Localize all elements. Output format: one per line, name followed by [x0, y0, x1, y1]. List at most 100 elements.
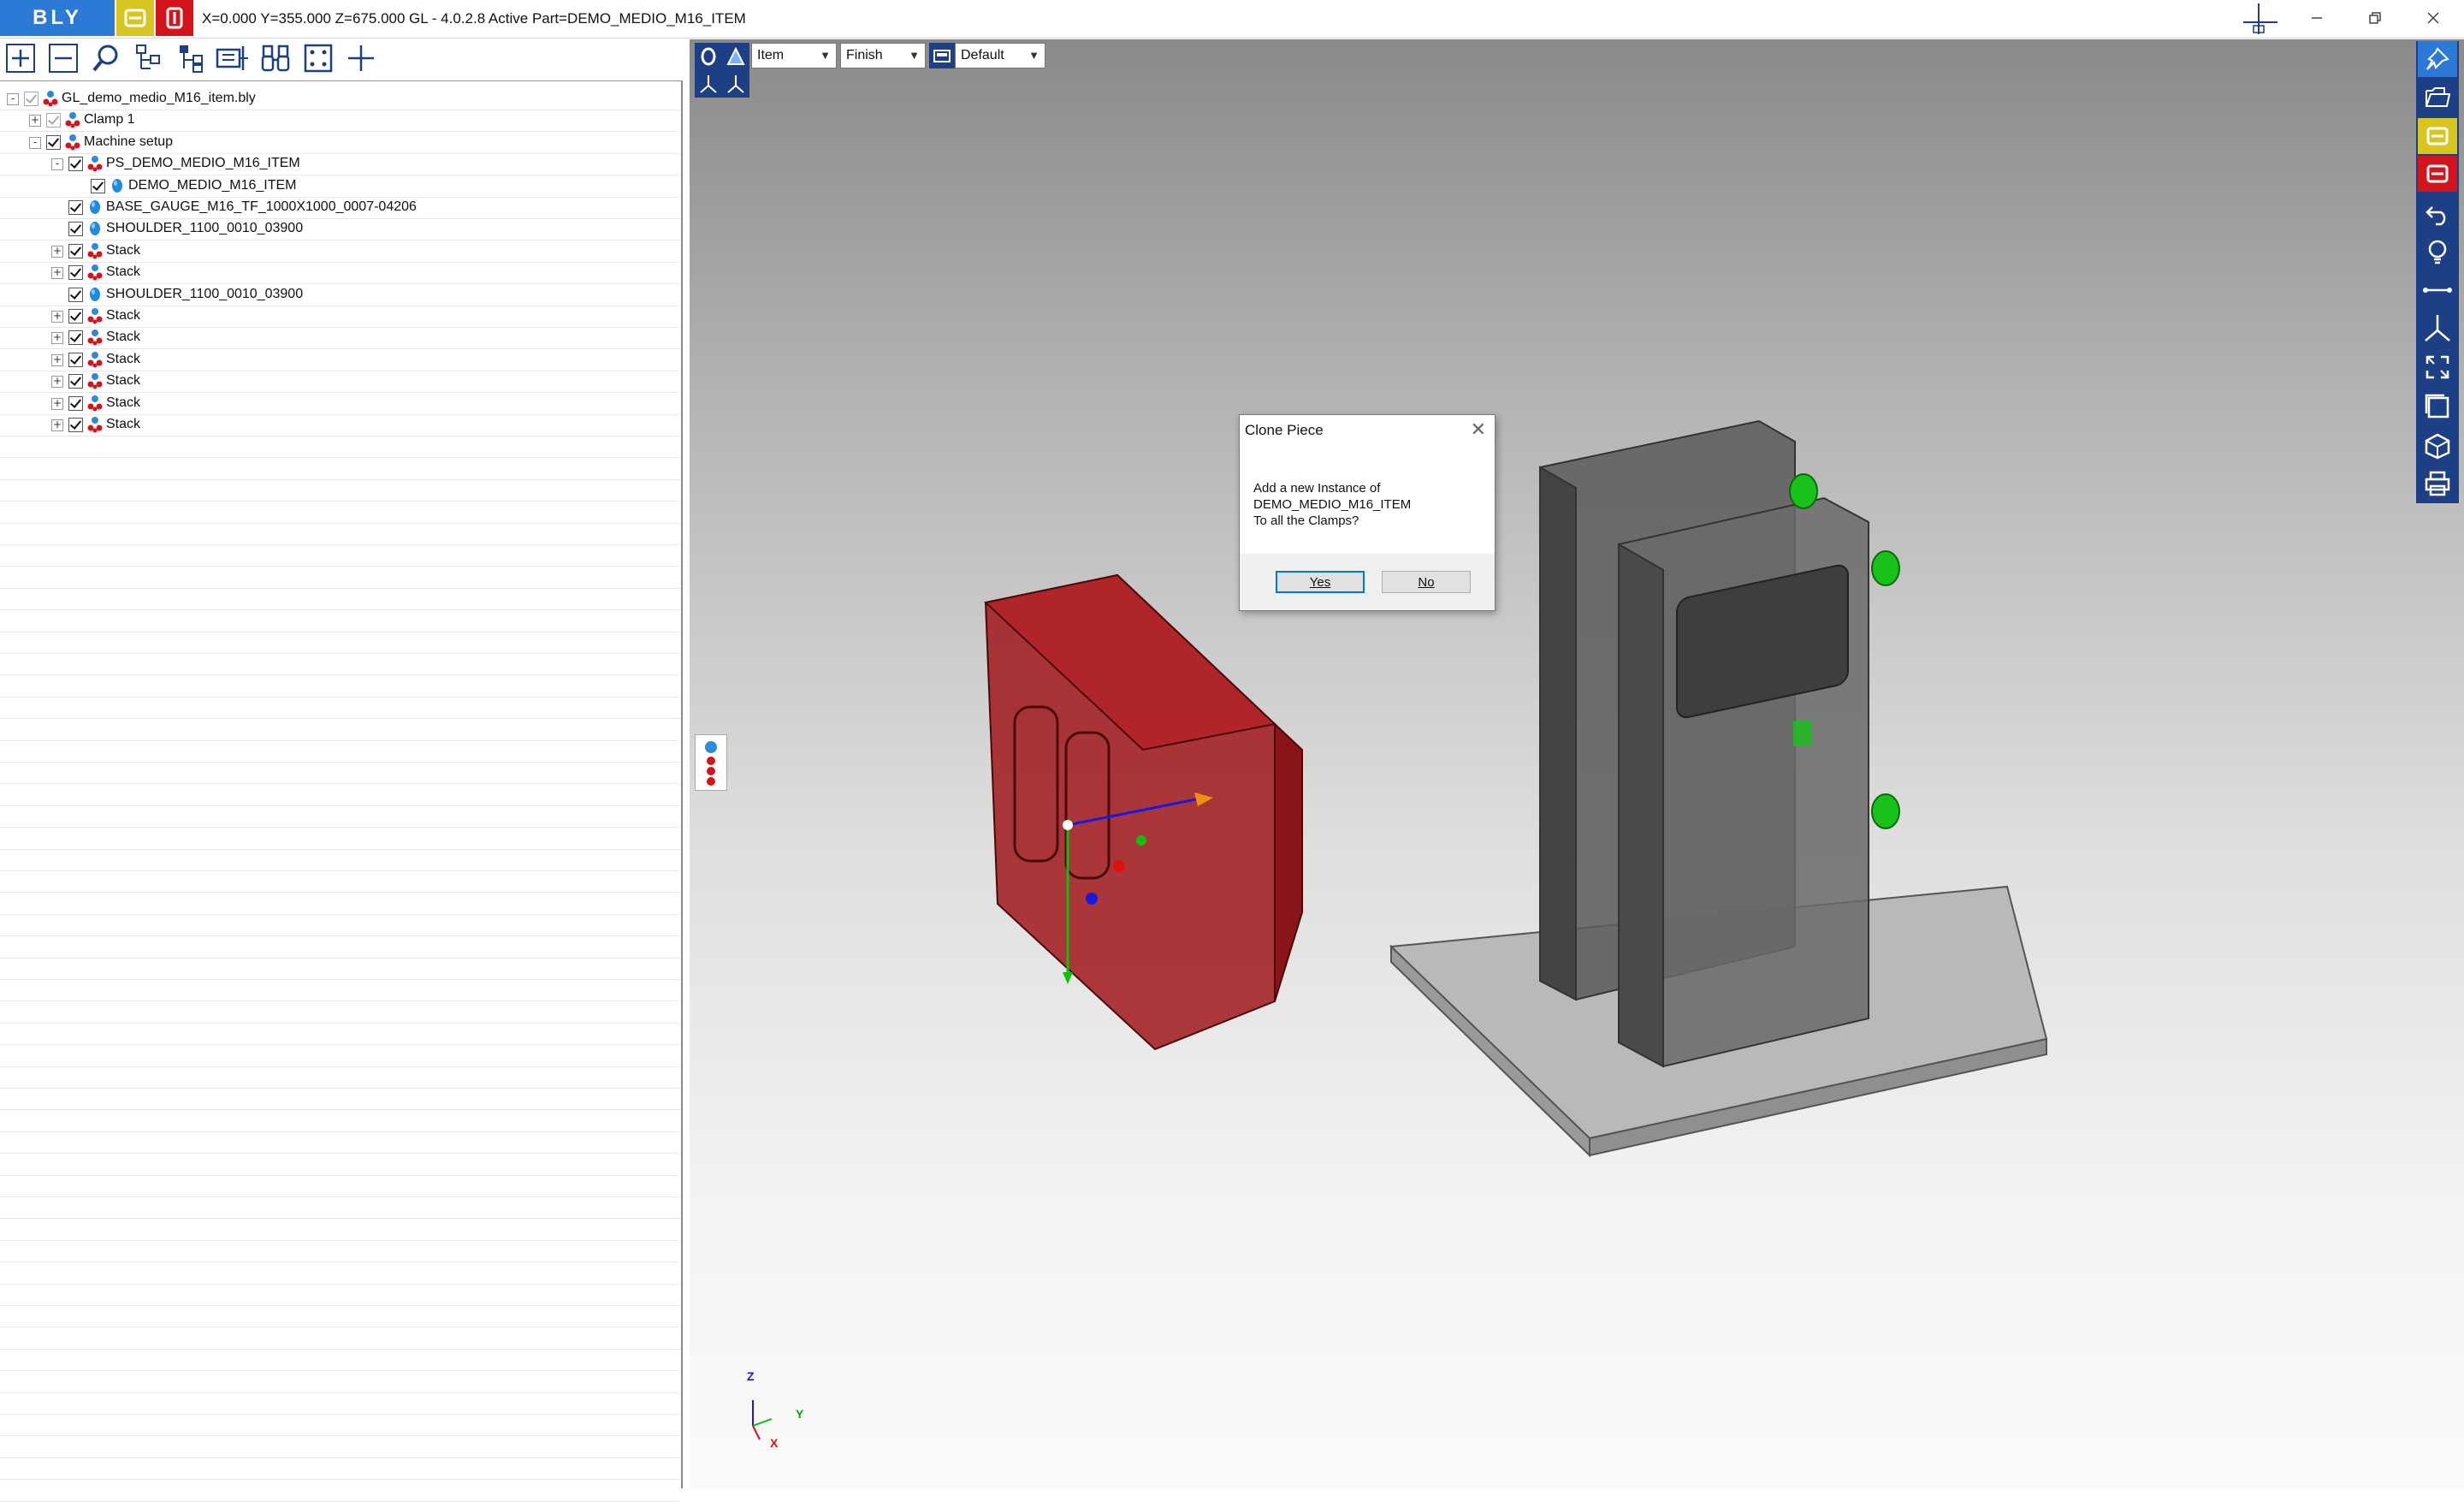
tree-branch-icon[interactable] — [173, 39, 210, 77]
tree-empty-row — [0, 1066, 679, 1089]
minimize-button[interactable] — [2288, 0, 2346, 36]
part-icon — [90, 287, 100, 301]
expand-all-icon[interactable] — [2, 39, 39, 77]
collapse-all-icon[interactable] — [44, 39, 82, 77]
expand-icon[interactable]: + — [51, 245, 63, 258]
expand-icon[interactable]: + — [51, 397, 63, 410]
tree-item[interactable]: + Stack — [0, 240, 679, 263]
visibility-checkbox[interactable] — [24, 92, 38, 106]
expand-icon[interactable]: + — [51, 376, 63, 389]
tree-empty-row — [0, 805, 679, 828]
undo-icon[interactable] — [2418, 195, 2457, 231]
expand-icon[interactable]: + — [51, 419, 63, 431]
red-part — [983, 573, 1303, 1051]
visibility-checkbox[interactable] — [46, 113, 61, 128]
tree-item[interactable]: + Stack — [0, 327, 679, 350]
clamp-tower-front — [1618, 496, 1869, 1068]
dialog-message-line: To all the Clamps? — [1253, 514, 1359, 528]
tree-item-label: Clamp 1 — [84, 112, 135, 128]
tree-item[interactable]: - Machine setup — [0, 132, 679, 154]
part-icon — [90, 200, 100, 214]
tree-item[interactable]: + Stack — [0, 262, 679, 285]
tree-empty-row — [0, 1349, 679, 1372]
tree-item[interactable]: + Stack — [0, 306, 679, 328]
tree-empty-row — [0, 1480, 679, 1502]
tree-item-label: BASE_GAUGE_M16_TF_1000X1000_0007-04206 — [106, 199, 417, 214]
visibility-checkbox[interactable] — [68, 200, 83, 215]
assembly-icon — [87, 373, 103, 389]
close-button[interactable] — [2404, 0, 2462, 36]
binoculars-icon[interactable] — [257, 39, 294, 77]
cube-icon[interactable] — [2418, 428, 2457, 464]
tree-empty-row — [0, 849, 679, 871]
tree-empty-row — [0, 1414, 679, 1437]
fit-frame-icon[interactable] — [299, 39, 337, 77]
expand-icon[interactable]: + — [29, 115, 41, 128]
pin-icon[interactable] — [2418, 41, 2457, 77]
crosshair-icon[interactable] — [342, 39, 380, 77]
bly-yellow-icon[interactable] — [116, 0, 154, 36]
dimension-icon[interactable] — [214, 39, 252, 77]
tree-item-label: Machine setup — [84, 134, 174, 149]
coordinates-readout: X=0.000 Y=355.000 Z=675.000 — [202, 10, 406, 27]
visibility-checkbox[interactable] — [68, 395, 83, 411]
tree-empty-row — [0, 893, 679, 915]
collapse-icon[interactable]: - — [7, 93, 19, 105]
title-bar: BLY X=0.000 Y=355.000 Z=675.000 GL - 4.0… — [0, 0, 2464, 39]
visibility-checkbox[interactable] — [68, 352, 83, 367]
expand-icon[interactable]: + — [51, 311, 63, 323]
expand-icon[interactable]: + — [51, 353, 63, 366]
yellow-bly-icon[interactable] — [2418, 118, 2457, 154]
dialog-close-button[interactable]: ✕ — [1471, 419, 1486, 441]
bly-red-icon[interactable] — [156, 0, 193, 36]
axis-icon[interactable] — [2418, 310, 2457, 346]
tree-empty-row — [0, 1088, 679, 1111]
window-icon[interactable] — [2418, 389, 2457, 424]
visibility-checkbox[interactable] — [68, 374, 83, 389]
visibility-checkbox[interactable] — [46, 134, 61, 150]
tree-item[interactable]: BASE_GAUGE_M16_TF_1000X1000_0007-04206 — [0, 197, 679, 219]
collapse-icon[interactable]: - — [51, 158, 63, 171]
visibility-checkbox[interactable] — [68, 418, 83, 432]
tree-item[interactable]: + Stack — [0, 349, 679, 371]
tree-item[interactable]: + Stack — [0, 393, 679, 415]
tree-item[interactable]: + Stack — [0, 371, 679, 394]
tree-item[interactable]: + Clamp 1 — [0, 110, 679, 133]
tree-item[interactable]: - GL_demo_medio_M16_item.bly — [0, 88, 679, 110]
visibility-checkbox[interactable] — [68, 157, 83, 172]
open-folder-icon[interactable] — [2418, 79, 2457, 115]
visibility-checkbox[interactable] — [68, 265, 83, 281]
yes-button[interactable]: Yes — [1276, 571, 1365, 593]
tree-item[interactable]: SHOULDER_1100_0010_03900 — [0, 284, 679, 306]
assembly-icon — [87, 308, 103, 324]
tree-empty-row — [0, 632, 679, 654]
tree-structure-icon[interactable] — [130, 39, 168, 77]
restore-button[interactable] — [2346, 0, 2404, 36]
tree-empty-row — [0, 870, 679, 893]
tree-item[interactable]: DEMO_MEDIO_M16_ITEM — [0, 175, 679, 198]
lightbulb-icon[interactable] — [2418, 235, 2457, 270]
tree-empty-row — [0, 1001, 679, 1024]
visibility-checkbox[interactable] — [68, 287, 83, 302]
dialog-message-line: Add a new Instance of — [1253, 481, 1381, 496]
collapse-icon[interactable]: - — [29, 136, 41, 149]
tree-item[interactable]: - PS_DEMO_MEDIO_M16_ITEM — [0, 153, 679, 176]
tree-item[interactable]: SHOULDER_1100_0010_03900 — [0, 218, 679, 241]
measure-icon[interactable] — [2418, 272, 2457, 308]
print-icon[interactable] — [2418, 466, 2457, 502]
no-button[interactable]: No — [1382, 571, 1471, 593]
expand-icon[interactable]: + — [51, 332, 63, 345]
assembly-icon — [87, 156, 103, 172]
visibility-checkbox[interactable] — [68, 330, 83, 346]
search-icon[interactable] — [87, 39, 125, 77]
tree-empty-row — [0, 1110, 679, 1132]
bly-logo[interactable]: BLY — [0, 0, 115, 36]
red-bly-icon[interactable] — [2418, 156, 2457, 192]
expand-icon[interactable] — [2418, 349, 2457, 385]
visibility-checkbox[interactable] — [68, 309, 83, 324]
visibility-checkbox[interactable] — [91, 178, 105, 193]
visibility-checkbox[interactable] — [68, 222, 83, 237]
visibility-checkbox[interactable] — [68, 243, 83, 258]
expand-icon[interactable]: + — [51, 267, 63, 280]
tree-item[interactable]: + Stack — [0, 414, 679, 436]
